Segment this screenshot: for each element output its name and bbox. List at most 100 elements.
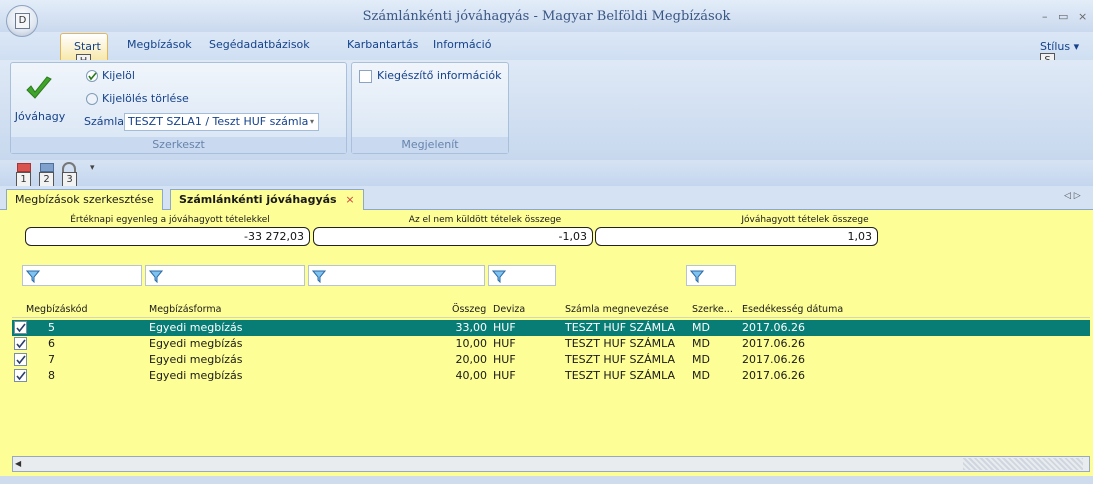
approved-sum-value: 1,03 [595, 227, 878, 246]
scroll-left-icon[interactable]: ◀ [15, 459, 21, 468]
table-row[interactable]: 8 Egyedi megbízás 40,00 HUF TESZT HUF SZÁMLA… [12, 368, 1090, 384]
cell-code: 7 [48, 353, 55, 366]
row-checkbox[interactable] [14, 321, 27, 334]
cell-currency: HUF [493, 337, 516, 350]
minimize-button[interactable]: – [1042, 10, 1048, 23]
cell-account: TESZT HUF SZÁMLA [565, 353, 675, 366]
horizontal-scrollbar[interactable]: ◀ [12, 456, 1090, 472]
qat-customize-button[interactable]: ▾ [90, 163, 95, 173]
chevron-down-icon: ▾ [309, 117, 314, 126]
col-header-currency[interactable]: Deviza [493, 304, 525, 315]
approved-sum-label: Jóváhagyott tételek összege [741, 215, 869, 225]
cell-due: 2017.06.26 [742, 321, 805, 334]
cell-code: 6 [48, 337, 55, 350]
cell-amount: 20,00 [455, 353, 488, 366]
filter-editor[interactable] [686, 265, 736, 286]
cell-form: Egyedi megbízás [149, 369, 243, 382]
cell-amount: 40,00 [455, 369, 488, 382]
extra-info-toggle[interactable]: Kiegészítő információk [359, 68, 509, 84]
cell-currency: HUF [493, 321, 516, 334]
status-bar [0, 476, 1093, 484]
balance-label: Értéknapi egyenleg a jóváhagyott tételek… [70, 215, 270, 225]
clear-selection-icon [86, 93, 98, 105]
col-header-amount[interactable]: Összeg [452, 304, 486, 315]
row-checkbox[interactable] [14, 353, 27, 366]
filter-form[interactable] [145, 265, 305, 286]
clear-selection-button[interactable]: Kijelölés törlése [86, 91, 226, 107]
filter-icon [690, 270, 704, 283]
approve-button-label: Jóváhagy [14, 110, 66, 123]
cell-currency: HUF [493, 353, 516, 366]
style-menu-label: Stílus [1040, 40, 1071, 53]
cell-account: TESZT HUF SZÁMLA [565, 369, 675, 382]
restore-button[interactable]: ▭ [1058, 10, 1068, 23]
tab-megbizasok[interactable]: Megbízások [127, 38, 192, 51]
document-icon[interactable] [40, 163, 54, 172]
filter-currency[interactable] [488, 265, 556, 286]
col-header-code[interactable]: Megbízáskód [26, 304, 88, 315]
doctab-account-approval[interactable]: Számlánkénti jóváhagyás × [170, 189, 364, 210]
account-select-value: TESZT SZLA1 / Teszt HUF számla [128, 115, 309, 128]
group-display-label: Megjelenít [352, 137, 508, 153]
cell-editor: MD [692, 321, 710, 334]
tab-informacio[interactable]: Információ [433, 38, 491, 51]
doctab-account-approval-label: Számlánkénti jóváhagyás [179, 193, 337, 206]
filter-icon [312, 270, 326, 283]
col-header-account[interactable]: Számla megnevezése [565, 304, 669, 315]
cell-editor: MD [692, 353, 710, 366]
table-row[interactable]: 5 Egyedi megbízás 33,00 HUF TESZT HUF SZÁMLA… [12, 320, 1090, 336]
cell-due: 2017.06.26 [742, 369, 805, 382]
table-row[interactable]: 6 Egyedi megbízás 10,00 HUF TESZT HUF SZÁMLA… [12, 336, 1090, 352]
filter-icon [149, 270, 163, 283]
cell-code: 5 [48, 321, 55, 334]
balance-value: -33 272,03 [25, 227, 310, 246]
cell-editor: MD [692, 337, 710, 350]
filter-code[interactable] [22, 265, 142, 286]
close-tab-icon[interactable]: × [345, 190, 354, 210]
select-button[interactable]: Kijelöl [86, 68, 176, 84]
account-select[interactable]: TESZT SZLA1 / Teszt HUF számla ▾ [124, 113, 319, 131]
col-header-editor[interactable]: Szerke... [692, 304, 733, 315]
account-label: Számla [84, 115, 125, 128]
cell-form: Egyedi megbízás [149, 353, 243, 366]
col-header-due[interactable]: Esedékesség dátuma [742, 304, 843, 315]
table-row[interactable]: 7 Egyedi megbízás 20,00 HUF TESZT HUF SZÁMLA… [12, 352, 1090, 368]
cell-form: Egyedi megbízás [149, 337, 243, 350]
cell-due: 2017.06.26 [742, 353, 805, 366]
tab-karbantartas[interactable]: Karbantartás [347, 38, 418, 51]
extra-info-checkbox[interactable] [359, 70, 372, 83]
cell-due: 2017.06.26 [742, 337, 805, 350]
unsent-sum-label: Az el nem küldött tételek összege [408, 215, 562, 225]
lock-icon[interactable] [62, 162, 76, 172]
style-menu[interactable]: Stílus ▾ [1040, 40, 1079, 53]
cell-currency: HUF [493, 369, 516, 382]
doctab-orders-edit[interactable]: Megbízások szerkesztése [6, 189, 163, 210]
qat-keytip-1: 1 [16, 172, 31, 187]
tab-nav-arrows[interactable]: ◁ ▷ [1064, 191, 1081, 201]
cell-account: TESZT HUF SZÁMLA [565, 337, 675, 350]
tab-segedadatbazisok[interactable]: Segédadatbázisok [209, 38, 310, 51]
quick-access-toolbar [0, 160, 1093, 186]
calendar-icon[interactable] [17, 163, 31, 172]
filter-amount[interactable] [308, 265, 485, 286]
row-checkbox[interactable] [14, 337, 27, 350]
col-header-form[interactable]: Megbízásforma [149, 304, 221, 315]
orb-keytip: D [15, 13, 30, 29]
cell-editor: MD [692, 369, 710, 382]
clear-selection-label: Kijelölés törlése [102, 92, 189, 105]
close-window-button[interactable]: × [1078, 10, 1087, 23]
approve-button[interactable]: Jóváhagy [14, 66, 72, 146]
window-title: Számlánkénti jóváhagyás - Magyar Belföld… [362, 9, 731, 24]
cell-amount: 10,00 [455, 337, 488, 350]
cell-account: TESZT HUF SZÁMLA [565, 321, 675, 334]
application-menu-button[interactable]: D [6, 5, 38, 37]
qat-keytip-3: 3 [62, 172, 77, 187]
select-button-label: Kijelöl [102, 69, 135, 82]
checkmark-icon [26, 76, 52, 99]
cell-form: Egyedi megbízás [149, 321, 243, 334]
cell-code: 8 [48, 369, 55, 382]
select-check-icon [86, 70, 98, 82]
unsent-sum-value: -1,03 [313, 227, 593, 246]
row-checkbox[interactable] [14, 369, 27, 382]
scroll-track-pattern [963, 458, 1083, 470]
